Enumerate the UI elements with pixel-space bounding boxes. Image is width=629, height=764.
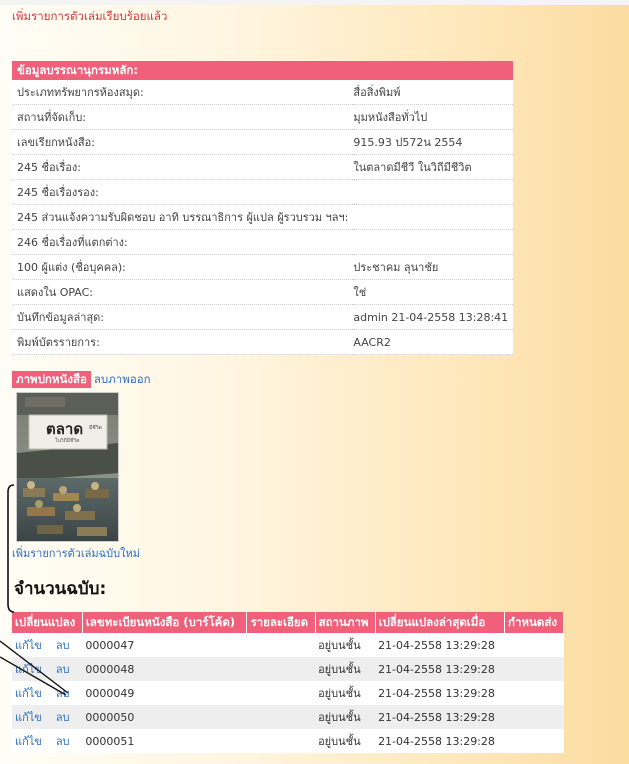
top-bar bbox=[0, 0, 629, 5]
info-row: 100 ผู้แต่ง (ชื่อบุคคล): ประชาคม ลุนาชัย bbox=[12, 254, 514, 280]
copies-table: เปลี่ยนแปลง เลขทะเบียนหนังสือ (บาร์โค้ด) ร… bbox=[12, 612, 564, 753]
copy-detail bbox=[246, 657, 316, 681]
copy-barcode: 0000049 bbox=[85, 686, 135, 700]
info-value bbox=[353, 229, 514, 255]
copy-due bbox=[505, 729, 564, 753]
book-cover-image: ตลาด มีชีวิต ในวิถีมีชีวิต bbox=[16, 392, 119, 542]
column-header[interactable]: กำหนดส่ง bbox=[504, 612, 564, 633]
info-value bbox=[353, 179, 514, 205]
copy-row: แก้ไข ลบ 0000051 อยู่บนชั้น 21-04-2558 13:29… bbox=[12, 729, 564, 753]
info-row: 245 ชื่อเรื่องรอง: bbox=[12, 179, 514, 205]
info-row: ประเภททรัพยากรห้องสมุด: สื่อสิ่งพิมพ์ bbox=[12, 80, 514, 105]
info-row: 245 ชื่อเรื่อง: ในตลาดมีชีวี ในวิถีมีชีวิ… bbox=[12, 154, 514, 180]
info-value-link[interactable]: AACR2 bbox=[353, 329, 514, 355]
delete-copy-link[interactable]: ลบ bbox=[56, 711, 70, 724]
edit-copy-link[interactable]: แก้ไข bbox=[15, 639, 42, 652]
copy-modified: 21-04-2558 13:29:28 bbox=[378, 638, 495, 652]
info-row: บันทึกข้อมูลล่าสุด: admin 21-04-2558 13:2… bbox=[12, 304, 514, 330]
copy-row: แก้ไข ลบ 0000050 อยู่บนชั้น 21-04-2558 13:29… bbox=[12, 705, 564, 729]
copy-barcode: 0000048 bbox=[82, 657, 247, 681]
copy-status: อยู่บนชั้น bbox=[318, 735, 361, 748]
copy-barcode: 0000051 bbox=[85, 734, 135, 748]
info-value: admin 21-04-2558 13:28:41 bbox=[353, 304, 514, 330]
copy-due bbox=[504, 657, 564, 681]
delete-copy-link[interactable]: ลบ bbox=[56, 663, 70, 676]
copy-modified: 21-04-2558 13:29:28 bbox=[378, 734, 495, 748]
copy-detail bbox=[247, 681, 315, 705]
copy-barcode: 0000047 bbox=[85, 638, 135, 652]
copy-status: อยู่บนชั้น bbox=[318, 639, 361, 652]
info-value bbox=[353, 204, 514, 230]
edit-copy-link[interactable]: แก้ไข bbox=[15, 687, 42, 700]
cover-header: ภาพปกหนังสือ ลบภาพออก bbox=[12, 371, 151, 388]
copy-actions-cell: แก้ไข ลบ bbox=[12, 705, 83, 729]
info-label: สถานที่จัดเก็บ: bbox=[12, 104, 354, 130]
bibliographic-info-table: ข้อมูลบรรณานุกรมหลัก: ประเภททรัพยากรห้อง… bbox=[12, 61, 514, 355]
copy-actions-cell: แก้ไข ลบ bbox=[12, 729, 82, 753]
info-value: มุมหนังสือทั่วไป bbox=[353, 104, 514, 130]
info-label: 245 ชื่อเรื่องรอง: bbox=[12, 179, 354, 205]
column-header[interactable]: เลขทะเบียนหนังสือ (บาร์โค้ด) bbox=[82, 612, 248, 633]
info-value: ในตลาดมีชีวี ในวิถีมีชีวิต bbox=[353, 154, 514, 180]
copy-due bbox=[505, 633, 564, 657]
info-value-link[interactable]: ประชาคม ลุนาชัย bbox=[353, 254, 514, 280]
info-label: แสดงใน OPAC: bbox=[12, 279, 354, 305]
edit-copy-link[interactable]: แก้ไข bbox=[15, 663, 42, 676]
success-message: เพิ่มรายการตัวเล่มเรียบร้อยแล้ว bbox=[12, 9, 168, 23]
info-row: เลขเรียกหนังสือ: 915.93 ป572น 2554 bbox=[12, 129, 514, 155]
info-label: 246 ชื่อเรื่องที่แตกต่าง: bbox=[12, 229, 354, 255]
copy-status: อยู่บนชั้น bbox=[318, 687, 361, 700]
copy-row: แก้ไข ลบ 0000048 อยู่บนชั้น 21-04-2558 13:29… bbox=[12, 657, 564, 681]
copy-barcode: 0000050 bbox=[82, 705, 247, 729]
copy-due bbox=[504, 705, 564, 729]
info-label: ประเภททรัพยากรห้องสมุด: bbox=[12, 80, 354, 105]
copy-row: แก้ไข ลบ 0000049 อยู่บนชั้น 21-04-2558 13:29… bbox=[12, 681, 564, 705]
info-row: พิมพ์บัตรรายการ: AACR2 bbox=[12, 329, 514, 355]
info-row: 246 ชื่อเรื่องที่แตกต่าง: bbox=[12, 229, 514, 255]
info-table-header: ข้อมูลบรรณานุกรมหลัก: bbox=[12, 61, 514, 80]
info-label: พิมพ์บัตรรายการ: bbox=[12, 329, 354, 355]
cover-subtitle: ในวิถีมีชีวิต bbox=[55, 438, 80, 444]
copy-actions-cell: แก้ไข ลบ bbox=[12, 657, 83, 681]
copy-actions-cell: แก้ไข ลบ bbox=[12, 681, 82, 705]
edit-copy-link[interactable]: แก้ไข bbox=[15, 711, 42, 724]
info-label: เลขเรียกหนังสือ: bbox=[12, 129, 354, 155]
copy-status: อยู่บนชั้น bbox=[315, 705, 376, 729]
delete-copy-link[interactable]: ลบ bbox=[56, 735, 70, 748]
column-header[interactable]: เปลี่ยนแปลงล่าสุดเมื่อ bbox=[375, 612, 506, 633]
remove-cover-link[interactable]: ลบภาพออก bbox=[94, 371, 151, 389]
info-label: 245 ส่วนแจ้งความรับผิดชอบ อาทิ บรรณาธิกา… bbox=[12, 204, 354, 230]
delete-copy-link[interactable]: ลบ bbox=[56, 687, 70, 700]
delete-copy-link[interactable]: ลบ bbox=[56, 639, 70, 652]
info-row: สถานที่จัดเก็บ: มุมหนังสือทั่วไป bbox=[12, 104, 514, 130]
info-value: 915.93 ป572น 2554 bbox=[353, 129, 514, 155]
copy-detail bbox=[246, 705, 316, 729]
cover-title-small: มีชีวิต bbox=[89, 425, 102, 431]
cover-title: ภาพปกหนังสือ bbox=[12, 371, 91, 388]
info-label: บันทึกข้อมูลล่าสุด: bbox=[12, 304, 354, 330]
book-cover-picture bbox=[17, 393, 118, 541]
info-label: 245 ชื่อเรื่อง: bbox=[12, 154, 354, 180]
copy-modified: 21-04-2558 13:29:28 bbox=[378, 686, 495, 700]
copy-actions-cell: แก้ไข ลบ bbox=[12, 633, 82, 657]
info-value: สื่อสิ่งพิมพ์ bbox=[353, 80, 514, 105]
copy-status: อยู่บนชั้น bbox=[315, 657, 376, 681]
column-header[interactable]: รายละเอียด bbox=[246, 612, 316, 633]
column-header[interactable]: สถานภาพ bbox=[315, 612, 376, 633]
copies-count-title: จำนวนฉบับ: bbox=[14, 579, 107, 599]
add-new-copy-link[interactable]: เพิ่มรายการตัวเล่มฉบับใหม่ bbox=[12, 544, 140, 562]
copy-detail bbox=[247, 729, 315, 753]
info-label: 100 ผู้แต่ง (ชื่อบุคคล): bbox=[12, 254, 354, 280]
copy-due bbox=[505, 681, 564, 705]
copy-modified: 21-04-2558 13:29:28 bbox=[375, 657, 505, 681]
edit-copy-link[interactable]: แก้ไข bbox=[15, 735, 42, 748]
info-row: 245 ส่วนแจ้งความรับผิดชอบ อาทิ บรรณาธิกา… bbox=[12, 204, 514, 230]
info-value: ใช่ bbox=[353, 279, 514, 305]
info-row: แสดงใน OPAC: ใช่ bbox=[12, 279, 514, 305]
column-header[interactable]: เปลี่ยนแปลง bbox=[12, 612, 83, 633]
copy-modified: 21-04-2558 13:29:28 bbox=[375, 705, 505, 729]
copy-detail bbox=[247, 633, 315, 657]
copy-row: แก้ไข ลบ 0000047 อยู่บนชั้น 21-04-2558 13:29… bbox=[12, 633, 564, 657]
